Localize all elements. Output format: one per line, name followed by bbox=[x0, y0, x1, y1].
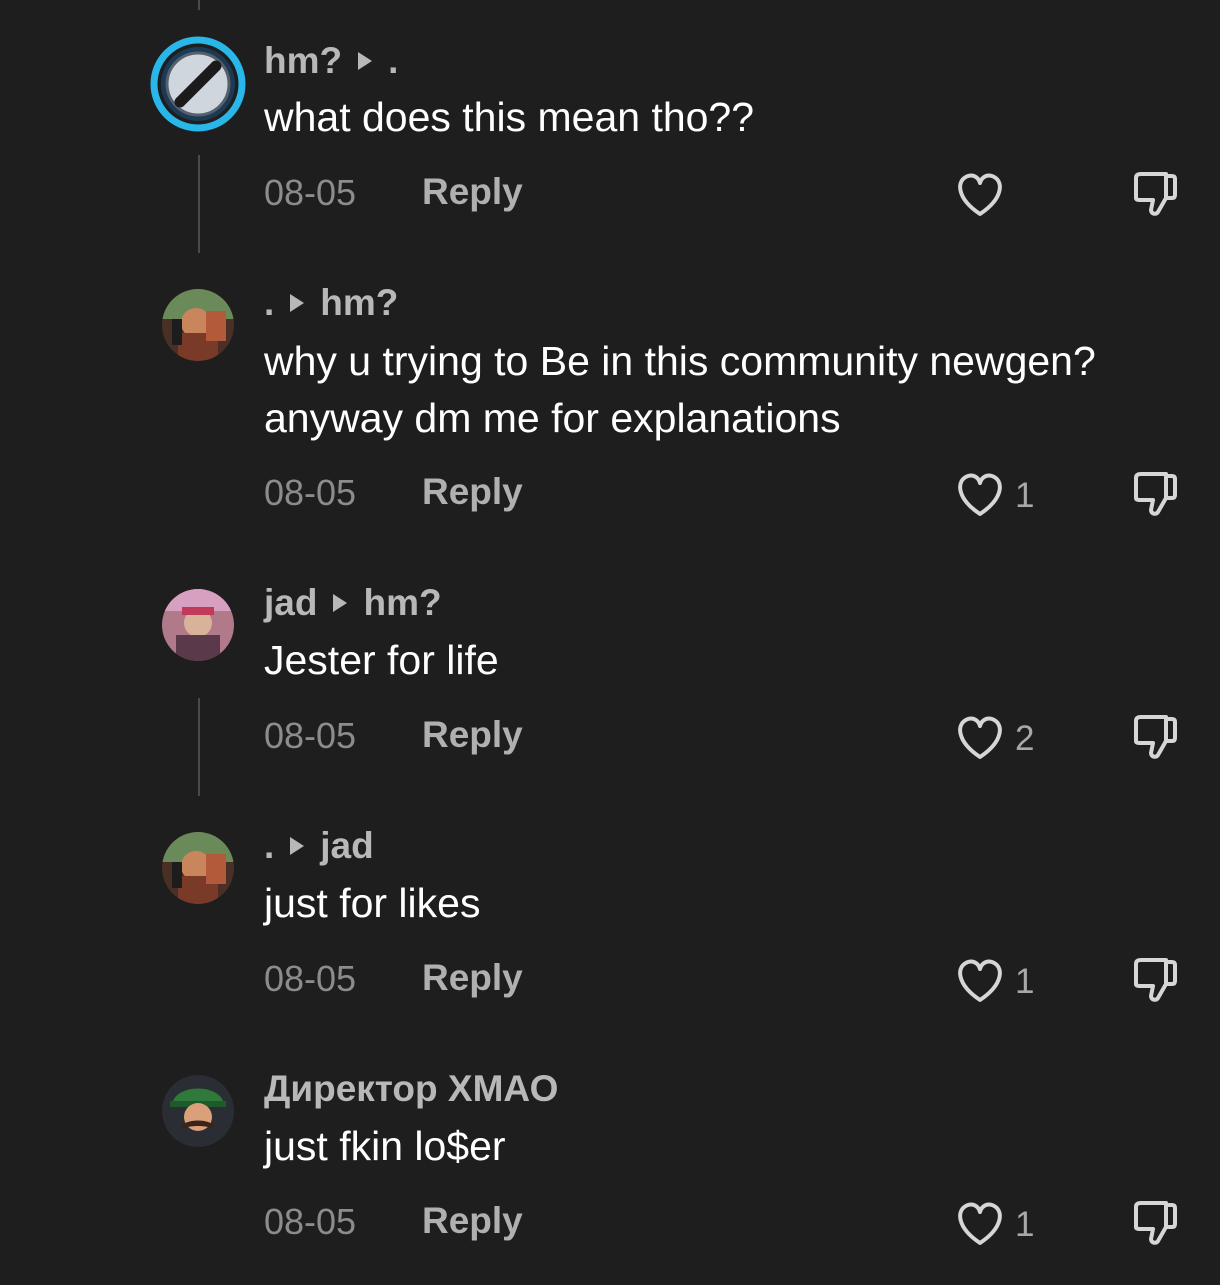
comment-text: what does this mean tho?? bbox=[264, 94, 755, 140]
thread-connector-line bbox=[198, 0, 200, 10]
comment-date: 08-05 bbox=[264, 1201, 357, 1242]
heart-outline-icon[interactable] bbox=[954, 470, 1006, 518]
right-triangle-icon bbox=[290, 837, 305, 855]
like-count: 1 bbox=[1015, 476, 1035, 515]
username[interactable]: hm? bbox=[264, 40, 342, 82]
comment-date: 08-05 bbox=[264, 172, 357, 213]
thumbs-down-outline-icon[interactable] bbox=[1128, 711, 1180, 761]
reply-button[interactable]: Reply bbox=[422, 471, 523, 513]
reply-to-username[interactable]: hm? bbox=[320, 282, 398, 324]
comment-thread: hm? . what does this mean tho?? 08-05 Re… bbox=[0, 0, 1220, 1285]
username[interactable]: jad bbox=[264, 582, 317, 624]
comment-text: why u trying to Be in this community new… bbox=[264, 338, 1096, 441]
like-count: 1 bbox=[1015, 1205, 1035, 1244]
heart-outline-icon[interactable] bbox=[954, 956, 1006, 1004]
thumbs-down-outline-icon[interactable] bbox=[1128, 1197, 1180, 1247]
thumbs-down-outline-icon[interactable] bbox=[1128, 468, 1180, 518]
reply-to-username[interactable]: . bbox=[388, 40, 398, 82]
comment-date: 08-05 bbox=[264, 715, 357, 756]
thread-connector-line bbox=[198, 698, 200, 796]
right-triangle-icon bbox=[358, 52, 373, 70]
reply-button[interactable]: Reply bbox=[422, 957, 523, 999]
reply-button[interactable]: Reply bbox=[422, 171, 523, 213]
reply-to-username[interactable]: jad bbox=[320, 825, 373, 867]
avatar[interactable] bbox=[162, 832, 234, 904]
avatar[interactable] bbox=[162, 589, 234, 661]
comment-header: . hm? bbox=[264, 282, 398, 324]
avatar[interactable] bbox=[162, 1075, 234, 1147]
heart-outline-icon[interactable] bbox=[954, 713, 1006, 761]
comment-date: 08-05 bbox=[264, 472, 357, 513]
comment-header: jad hm? bbox=[264, 582, 442, 624]
right-triangle-icon bbox=[333, 594, 348, 612]
comment-text: just fkin lo$er bbox=[264, 1123, 506, 1169]
comment-date: 08-05 bbox=[264, 958, 357, 999]
comment-text: Jester for life bbox=[264, 637, 499, 683]
reply-button[interactable]: Reply bbox=[422, 714, 523, 756]
like-count: 2 bbox=[1015, 719, 1035, 758]
comment-header: hm? . bbox=[264, 40, 398, 82]
like-count: 1 bbox=[1015, 962, 1035, 1001]
thumbs-down-outline-icon[interactable] bbox=[1128, 168, 1180, 218]
comment-text: just for likes bbox=[264, 880, 481, 926]
avatar[interactable] bbox=[150, 36, 246, 132]
avatar[interactable] bbox=[162, 289, 234, 361]
heart-outline-icon[interactable] bbox=[954, 1199, 1006, 1247]
reply-to-username[interactable]: hm? bbox=[363, 582, 441, 624]
username[interactable]: . bbox=[264, 825, 274, 867]
thumbs-down-outline-icon[interactable] bbox=[1128, 954, 1180, 1004]
comment-header: . jad bbox=[264, 825, 374, 867]
username[interactable]: . bbox=[264, 282, 274, 324]
thread-connector-line bbox=[198, 155, 200, 253]
comment-header: Директор ХМАО bbox=[264, 1068, 558, 1110]
reply-button[interactable]: Reply bbox=[422, 1200, 523, 1242]
heart-outline-icon[interactable] bbox=[954, 170, 1006, 218]
right-triangle-icon bbox=[290, 294, 305, 312]
username[interactable]: Директор ХМАО bbox=[264, 1068, 558, 1110]
